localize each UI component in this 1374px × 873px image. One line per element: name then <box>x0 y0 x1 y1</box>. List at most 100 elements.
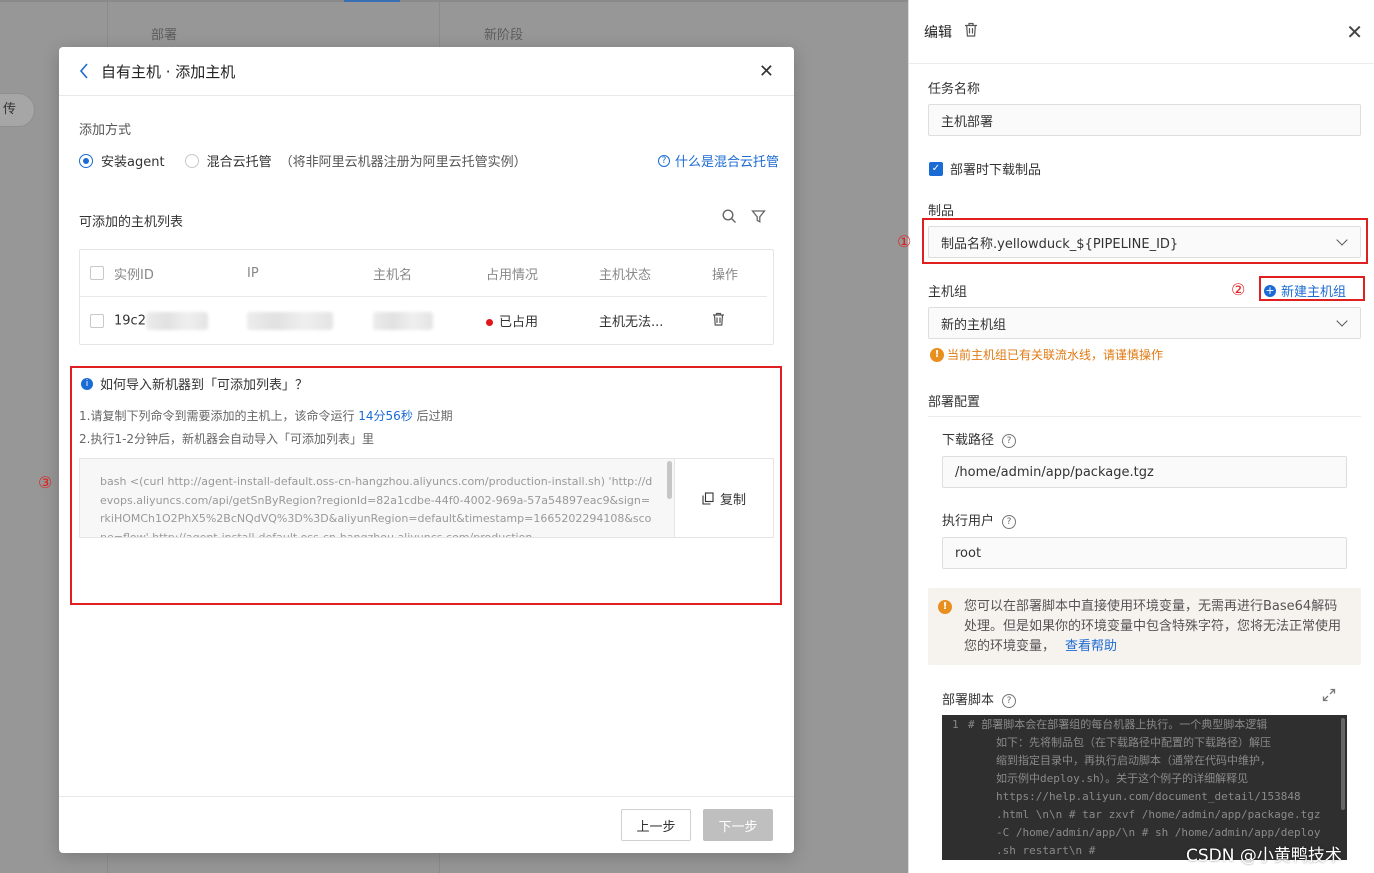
hybrid-cloud-help-link[interactable]: ? 什么是混合云托管 <box>657 151 779 170</box>
task-name-label: 任务名称 <box>928 82 981 97</box>
filter-icon[interactable] <box>751 209 766 228</box>
col-usage: 占用情况 <box>486 267 539 283</box>
annotation-box-new-group <box>1259 276 1365 301</box>
script-line: 如下：先将制品包（在下载路径中配置的下载路径）解压 <box>996 736 1271 749</box>
host-list-tools <box>722 209 766 228</box>
deploy-script-label-text: 部署脚本 <box>942 693 995 708</box>
question-icon[interactable]: ? <box>1002 693 1017 708</box>
stage-deploy-title[interactable]: 部署 <box>151 24 177 43</box>
line-number: 1 <box>952 718 959 731</box>
script-line: 缩到指定目录中，再执行启动脚本（通常在代码中维护， <box>996 754 1271 767</box>
row-instance-id: 19c2 <box>114 311 247 330</box>
stage-new-title[interactable]: 新阶段 <box>484 24 523 43</box>
col-status: 主机状态 <box>599 267 652 283</box>
row-ip <box>247 311 373 330</box>
deploy-script-label: 部署脚本? <box>942 689 1017 708</box>
expand-icon[interactable] <box>1322 688 1336 706</box>
upload-pill[interactable]: 传 <box>0 93 35 127</box>
table-row: 19c2 已占用 主机无法... <box>80 297 773 344</box>
annotation-box-artifact <box>922 218 1368 264</box>
col-ip: IP <box>247 265 259 281</box>
redacted-ip <box>247 311 333 330</box>
close-icon[interactable]: ✕ <box>759 61 774 82</box>
prev-step-button[interactable]: 上一步 <box>621 809 691 841</box>
env-var-notice-text: 您可以在部署脚本中直接使用环境变量，无需再进行Base64解码处理。但是如果你的… <box>964 599 1342 654</box>
help-icon: ? <box>657 154 670 167</box>
exec-user-input[interactable]: root <box>942 537 1347 569</box>
col-action: 操作 <box>712 267 739 283</box>
host-table: 实例ID IP 主机名 占用情况 主机状态 操作 19c2 已占用 主机无法..… <box>79 249 774 345</box>
modal-footer: 上一步 下一步 <box>59 796 794 853</box>
usage-text: 已占用 <box>499 315 539 330</box>
col-instance-id: 实例ID <box>114 267 154 283</box>
row-hostname <box>373 311 486 330</box>
host-group-warning-text: 当前主机组已有关联流水线，请谨慎操作 <box>947 348 1164 362</box>
modal-header: 自有主机 · 添加主机 ✕ <box>59 47 794 96</box>
canvas-top-bar <box>0 0 908 2</box>
deploy-config-label: 部署配置 <box>928 395 981 410</box>
radio-install-agent[interactable] <box>79 153 93 168</box>
question-icon[interactable]: ? <box>1002 433 1017 448</box>
download-artifact-checkbox[interactable]: ✓ 部署时下载制品 <box>929 159 1041 178</box>
watermark: CSDN @小黄鸭技术 <box>1186 846 1342 866</box>
select-all-checkbox[interactable] <box>90 266 104 280</box>
panel-header: 编辑 ✕ <box>909 0 1374 64</box>
editor-scrollbar[interactable] <box>1341 718 1345 810</box>
instance-id-text: 19c2 <box>114 313 146 328</box>
deploy-script-editor[interactable]: 1 # 部署脚本会在部署组的每台机器上执行。一个典型脚本逻辑 如下：先将制品包（… <box>942 715 1347 860</box>
trash-icon[interactable] <box>964 22 978 41</box>
add-method-radio-group: 安装agent 混合云托管 （将非阿里云机器注册为阿里云托管实例） ? 什么是混… <box>79 151 779 170</box>
warning-icon: ! <box>938 600 952 614</box>
radio-hybrid-cloud-label[interactable]: 混合云托管 <box>207 151 272 170</box>
section-divider <box>928 416 1361 417</box>
occupied-dot-icon <box>486 319 493 326</box>
warning-icon: ! <box>930 347 944 362</box>
download-path-input[interactable]: /home/admin/app/package.tgz <box>942 456 1347 488</box>
artifact-label: 制品 <box>928 204 955 219</box>
redacted-id <box>145 311 208 330</box>
redacted-hostname <box>373 311 433 330</box>
host-group-select[interactable]: 新的主机组 <box>928 307 1361 339</box>
script-line: https://help.aliyun.com/document_detail/… <box>996 790 1301 803</box>
deploy-script-code: # 部署脚本会在部署组的每台机器上执行。一个典型脚本逻辑 如下：先将制品包（在下… <box>968 716 1340 860</box>
download-path-label-text: 下载路径 <box>942 433 995 448</box>
host-list-title: 可添加的主机列表 <box>79 215 184 230</box>
row-usage: 已占用 <box>486 311 599 330</box>
row-status: 主机无法... <box>599 315 664 330</box>
question-icon[interactable]: ? <box>1002 514 1017 529</box>
view-help-link[interactable]: 查看帮助 <box>1065 639 1117 654</box>
canvas-top-bar-accent <box>344 0 400 2</box>
checkmark-icon[interactable]: ✓ <box>929 161 943 176</box>
next-step-button[interactable]: 下一步 <box>703 809 773 841</box>
script-line: 如示例中deploy.sh）。关于这个例子的详细解释见 <box>996 772 1249 785</box>
row-checkbox[interactable] <box>90 313 104 328</box>
back-arrow-icon[interactable] <box>79 61 93 81</box>
panel-close-icon[interactable]: ✕ <box>1346 20 1363 44</box>
task-name-input[interactable]: 主机部署 <box>928 104 1361 136</box>
search-icon[interactable] <box>722 209 737 228</box>
download-path-label: 下载路径? <box>942 429 1017 448</box>
radio-install-agent-label[interactable]: 安装agent <box>101 151 165 170</box>
annotation-number-1: ① <box>897 232 912 251</box>
host-table-header: 实例ID IP 主机名 占用情况 主机状态 操作 <box>80 250 767 297</box>
modal-title: 自有主机 · 添加主机 <box>101 62 236 81</box>
edit-panel: 编辑 ✕ 任务名称 主机部署 ✓ 部署时下载制品 制品 制品名称.yellowd… <box>908 0 1374 873</box>
annotation-number-2: ② <box>1231 280 1246 299</box>
exec-user-label-text: 执行用户 <box>942 514 995 529</box>
annotation-number-3: ③ <box>38 473 53 492</box>
hybrid-cloud-note: （将非阿里云机器注册为阿里云托管实例） <box>279 155 527 170</box>
add-method-label: 添加方式 <box>79 123 132 138</box>
col-hostname: 主机名 <box>373 267 413 283</box>
host-group-label: 主机组 <box>928 285 968 300</box>
script-line: -C /home/admin/app/\n # sh /home/admin/a… <box>996 826 1321 839</box>
exec-user-label: 执行用户? <box>942 510 1017 529</box>
env-var-notice: ! 您可以在部署脚本中直接使用环境变量，无需再进行Base64解码处理。但是如果… <box>928 588 1361 665</box>
radio-hybrid-cloud[interactable] <box>184 153 199 168</box>
host-group-warning: ! 当前主机组已有关联流水线，请谨慎操作 <box>930 346 1163 363</box>
script-line: # 部署脚本会在部署组的每台机器上执行。一个典型脚本逻辑 <box>968 718 1268 731</box>
download-artifact-label: 部署时下载制品 <box>950 163 1042 178</box>
delete-trash-icon[interactable] <box>712 312 762 330</box>
hybrid-cloud-help-text[interactable]: 什么是混合云托管 <box>675 151 779 170</box>
script-line: .html \n\n # tar zxvf /home/admin/app/pa… <box>996 808 1321 821</box>
annotation-box-import <box>70 366 782 605</box>
